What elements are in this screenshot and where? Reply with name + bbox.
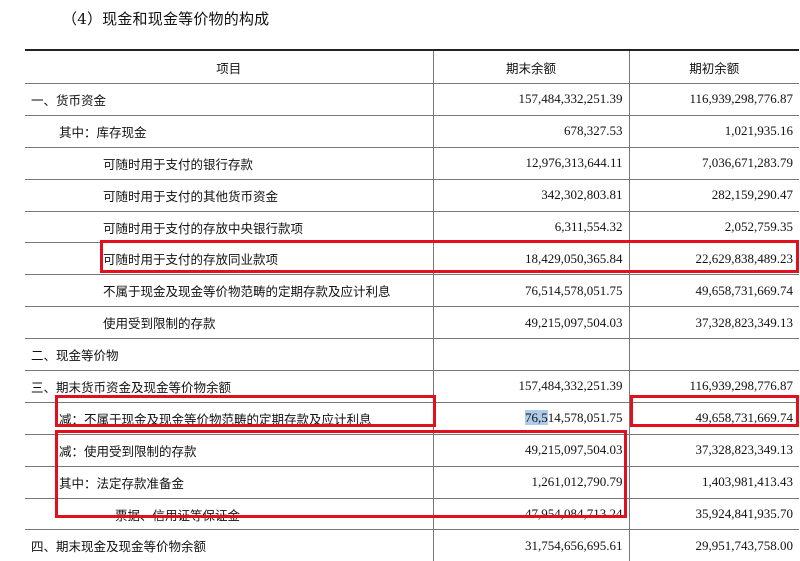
- row-label: 减：使用受到限制的存款: [25, 434, 433, 467]
- begin-balance-cell[interactable]: 49,658,731,669.74: [628, 274, 799, 308]
- end-balance-cell[interactable]: 157,484,332,251.39: [432, 370, 629, 403]
- begin-balance-cell[interactable]: 37,328,823,349.13: [628, 434, 799, 467]
- row-label: 不属于现金及现金等价物范畴的定期存款及应计利息: [25, 274, 433, 308]
- end-balance-cell[interactable]: 1,261,012,790.79: [432, 466, 629, 499]
- end-balance-cell[interactable]: 47,954,084,713.24: [432, 498, 629, 531]
- table-row: 减：使用受到限制的存款 49,215,097,504.03 37,328,823…: [25, 434, 799, 467]
- end-balance-cell[interactable]: 49,215,097,504.03: [432, 434, 629, 467]
- end-balance-cell[interactable]: 12,976,313,644.11: [432, 147, 629, 180]
- table-row: 票据、信用证等保证金 47,954,084,713.24 35,924,841,…: [25, 498, 799, 531]
- table-header-row: 项目 期末余额 期初余额: [25, 50, 799, 84]
- end-balance-rest: 14,578,051.75: [547, 410, 623, 426]
- row-label: 可随时用于支付的银行存款: [25, 147, 433, 180]
- table-row: 其中：法定存款准备金 1,261,012,790.79 1,403,981,41…: [25, 466, 799, 499]
- end-balance-cell[interactable]: 342,302,803.81: [432, 179, 629, 212]
- row-label: 可随时用于支付的存放同业款项: [25, 242, 433, 276]
- row-label: 四、期末现金及现金等价物余额: [25, 529, 433, 561]
- row-label: 可随时用于支付的其他货币资金: [25, 179, 433, 212]
- table-row: 二、现金等价物: [25, 338, 799, 372]
- begin-balance-cell[interactable]: 37,328,823,349.13: [628, 306, 799, 340]
- column-header-begin-balance: 期初余额: [628, 50, 799, 84]
- begin-balance-cell[interactable]: 29,951,743,758.00: [628, 529, 799, 561]
- end-balance-cell[interactable]: 49,215,097,504.03: [432, 306, 629, 340]
- row-label: 票据、信用证等保证金: [25, 498, 433, 531]
- column-header-item: 项目: [25, 50, 433, 84]
- table-row: 其中：库存现金 678,327.53 1,021,935.16: [25, 115, 799, 148]
- table-row: 减：不属于现金及现金等价物范畴的定期存款及应计利息 76,514,578,051…: [25, 402, 799, 435]
- end-balance-cell[interactable]: 18,429,050,365.84: [432, 242, 629, 276]
- table-row: 可随时用于支付的其他货币资金 342,302,803.81 282,159,29…: [25, 179, 799, 212]
- end-balance-cell[interactable]: 31,754,656,695.61: [432, 529, 629, 561]
- end-balance-cell[interactable]: 76,514,578,051.75: [432, 402, 629, 435]
- begin-balance-cell[interactable]: 282,159,290.47: [628, 179, 799, 212]
- begin-balance-cell[interactable]: 22,629,838,489.23: [628, 242, 799, 276]
- begin-balance-cell[interactable]: 2,052,759.35: [628, 211, 799, 244]
- begin-balance-cell[interactable]: 1,021,935.16: [628, 115, 799, 148]
- end-balance-cell[interactable]: 678,327.53: [432, 115, 629, 148]
- table-row: 使用受到限制的存款 49,215,097,504.03 37,328,823,3…: [25, 306, 799, 340]
- end-balance-cell[interactable]: 6,311,554.32: [432, 211, 629, 244]
- section-title: （4）现金和现金等价物的构成: [62, 10, 270, 28]
- table-row: 可随时用于支付的银行存款 12,976,313,644.11 7,036,671…: [25, 147, 799, 180]
- row-label: 其中：库存现金: [25, 115, 433, 148]
- table-row: 三、期末货币资金及现金等价物余额 157,484,332,251.39 116,…: [25, 370, 799, 403]
- begin-balance-cell[interactable]: 1,403,981,413.43: [628, 466, 799, 499]
- text-selection-highlight[interactable]: 76,5: [525, 410, 548, 426]
- table-row: 一、货币资金 157,484,332,251.39 116,939,298,77…: [25, 83, 799, 116]
- begin-balance-cell[interactable]: 116,939,298,776.87: [628, 370, 799, 403]
- row-label: 可随时用于支付的存放中央银行款项: [25, 211, 433, 244]
- begin-balance-cell[interactable]: 7,036,671,283.79: [628, 147, 799, 180]
- end-balance-cell[interactable]: 76,514,578,051.75: [432, 274, 629, 308]
- row-label: 三、期末货币资金及现金等价物余额: [25, 370, 433, 403]
- table-row: 不属于现金及现金等价物范畴的定期存款及应计利息 76,514,578,051.7…: [25, 274, 799, 308]
- cash-equivalents-table: 项目 期末余额 期初余额 一、货币资金 157,484,332,251.39 1…: [25, 49, 799, 561]
- column-header-end-balance: 期末余额: [432, 50, 629, 84]
- row-label: 使用受到限制的存款: [25, 306, 433, 340]
- table-row: 可随时用于支付的存放中央银行款项 6,311,554.32 2,052,759.…: [25, 211, 799, 244]
- row-label: 二、现金等价物: [25, 338, 433, 372]
- document-page: （4）现金和现金等价物的构成 项目 期末余额 期初余额 一、货币资金 157,4…: [0, 0, 800, 561]
- table-row: 可随时用于支付的存放同业款项 18,429,050,365.84 22,629,…: [25, 242, 799, 276]
- begin-balance-cell[interactable]: 116,939,298,776.87: [628, 83, 799, 116]
- begin-balance-cell[interactable]: [628, 338, 799, 372]
- begin-balance-cell[interactable]: 49,658,731,669.74: [628, 402, 799, 435]
- row-label: 其中：法定存款准备金: [25, 466, 433, 499]
- begin-balance-cell[interactable]: 35,924,841,935.70: [628, 498, 799, 531]
- table-row: 四、期末现金及现金等价物余额 31,754,656,695.61 29,951,…: [25, 529, 799, 561]
- row-label: 减：不属于现金及现金等价物范畴的定期存款及应计利息: [25, 402, 433, 435]
- end-balance-cell[interactable]: [432, 338, 629, 372]
- end-balance-cell[interactable]: 157,484,332,251.39: [432, 83, 629, 116]
- row-label: 一、货币资金: [25, 83, 433, 116]
